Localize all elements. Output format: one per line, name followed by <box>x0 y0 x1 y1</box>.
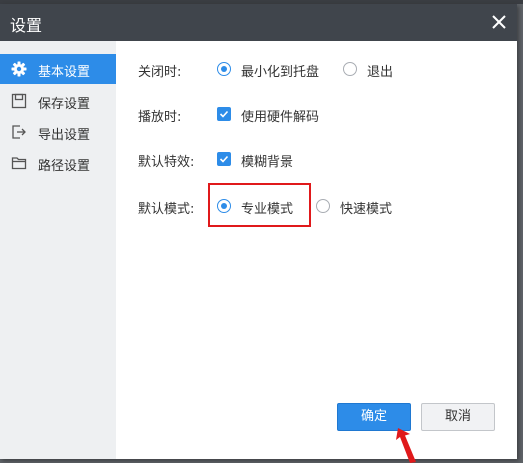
sidebar: 基本设置 保存设置 导出设置 路径设置 <box>0 41 116 459</box>
option-label: 专业模式 <box>241 202 294 217</box>
cancel-button[interactable]: 取消 <box>421 403 495 431</box>
exit-radio[interactable]: 退出 <box>343 60 403 80</box>
radio-unselected-icon <box>343 62 357 76</box>
sidebar-item-label: 基本设置 <box>38 65 91 80</box>
gear-icon <box>11 61 27 77</box>
option-label: 最小化到托盘 <box>241 65 320 80</box>
default-effect-label: 默认特效: <box>138 155 195 170</box>
sidebar-item-save-settings[interactable]: 保存设置 <box>0 86 116 116</box>
option-label: 模糊背景 <box>241 155 294 170</box>
checkbox-checked-icon <box>217 152 231 166</box>
save-icon <box>11 93 27 109</box>
option-label: 快速模式 <box>340 202 393 217</box>
sidebar-item-basic-settings[interactable]: 基本设置 <box>0 54 116 84</box>
dialog-title: 设置 <box>10 16 43 35</box>
hardware-decoding-checkbox[interactable]: 使用硬件解码 <box>217 105 327 125</box>
close-behavior-label: 关闭时: <box>138 65 182 80</box>
professional-mode-radio[interactable]: 专业模式 <box>217 197 302 217</box>
radio-selected-icon <box>217 62 231 76</box>
radio-unselected-icon <box>316 199 330 213</box>
close-button[interactable] <box>485 8 513 36</box>
close-icon <box>492 15 506 29</box>
sidebar-item-path-settings[interactable]: 路径设置 <box>0 148 116 178</box>
title-bar: 设置 <box>0 4 517 41</box>
sidebar-item-label: 保存设置 <box>38 97 91 112</box>
fast-mode-radio[interactable]: 快速模式 <box>316 197 401 217</box>
default-mode-label: 默认模式: <box>138 202 195 217</box>
option-label: 使用硬件解码 <box>241 110 320 125</box>
checkbox-checked-icon <box>217 107 231 121</box>
folder-icon <box>11 157 27 170</box>
export-icon <box>12 125 26 139</box>
sidebar-item-label: 路径设置 <box>38 159 91 174</box>
minimize-to-tray-radio[interactable]: 最小化到托盘 <box>217 60 327 80</box>
sidebar-item-export-settings[interactable]: 导出设置 <box>0 117 116 147</box>
sidebar-item-label: 导出设置 <box>38 128 91 143</box>
ok-button[interactable]: 确定 <box>337 403 411 431</box>
option-label: 退出 <box>367 65 394 80</box>
radio-selected-icon <box>217 199 231 213</box>
playback-label: 播放时: <box>138 110 182 125</box>
blur-background-checkbox[interactable]: 模糊背景 <box>217 150 307 170</box>
